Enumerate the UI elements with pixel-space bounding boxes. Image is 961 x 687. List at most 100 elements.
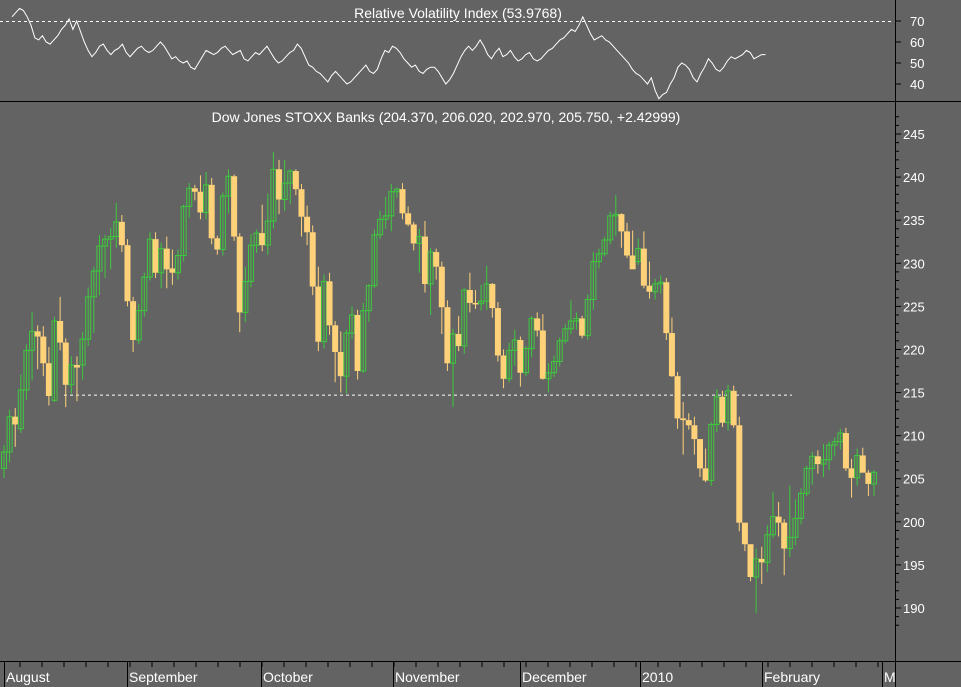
month-label: M: [884, 669, 896, 685]
candle: [393, 187, 400, 198]
candle: [163, 236, 170, 289]
candle: [57, 296, 64, 351]
candle: [595, 248, 602, 269]
candle: [23, 344, 30, 401]
candle: [500, 349, 507, 389]
candle: [494, 302, 501, 362]
price-tick-label: 195: [903, 558, 925, 573]
candle: [219, 192, 226, 256]
month-label: February: [764, 669, 820, 685]
candle: [337, 331, 344, 393]
candle: [528, 315, 535, 358]
candle-body: [259, 233, 266, 246]
candle: [259, 204, 266, 252]
candle: [399, 183, 406, 220]
price-tick-label: 245: [903, 127, 925, 142]
candle: [629, 230, 636, 270]
candle: [590, 252, 597, 310]
candle: [803, 465, 810, 496]
candle-body: [354, 314, 361, 371]
candle-body: [697, 439, 703, 469]
candle: [45, 346, 52, 406]
candle-body: [197, 191, 204, 213]
candle: [315, 266, 322, 352]
candle: [130, 296, 137, 353]
candle: [556, 337, 563, 367]
candle: [831, 437, 838, 457]
price-tick-label: 190: [903, 601, 925, 616]
candle-body: [57, 321, 64, 343]
candle: [814, 450, 821, 474]
candle: [781, 519, 788, 576]
candle: [90, 266, 97, 334]
candle-body: [12, 416, 19, 425]
candle: [360, 302, 367, 373]
rvi-y-axis: 70 60 50 40: [895, 14, 924, 92]
candle-body: [332, 325, 339, 353]
candle-body: [298, 189, 305, 217]
candle-body: [685, 420, 692, 426]
month-label: December: [522, 669, 587, 685]
candle: [859, 447, 866, 473]
price-tick-label: 230: [903, 256, 925, 271]
candle: [180, 204, 187, 262]
candle: [764, 525, 771, 572]
candle-body: [814, 456, 821, 465]
candle-body: [62, 342, 69, 385]
month-label: September: [129, 669, 198, 685]
candle: [382, 196, 389, 229]
candle: [708, 421, 715, 486]
candle: [29, 312, 36, 381]
candle: [736, 416, 743, 532]
candle-body: [208, 184, 215, 239]
candle: [618, 213, 625, 248]
price-tick-label: 210: [903, 429, 925, 444]
candle-body: [276, 169, 283, 200]
candle: [680, 402, 687, 455]
candle: [421, 221, 428, 293]
candle: [135, 303, 142, 345]
candle-body: [214, 238, 221, 250]
candle: [85, 287, 92, 347]
candle: [304, 205, 311, 246]
candle: [685, 413, 692, 430]
candle: [34, 325, 41, 370]
candle-body: [40, 336, 47, 364]
candle-body: [124, 245, 131, 302]
candle: [775, 501, 782, 537]
price-tick-label: 200: [903, 515, 925, 530]
candle: [231, 174, 238, 241]
chart-window: Relative Volatility Index (53.9768) 70 60…: [0, 0, 961, 687]
candle-body: [236, 236, 243, 313]
candle: [786, 485, 793, 558]
candle: [107, 227, 114, 270]
candle: [444, 300, 451, 371]
candle-body: [775, 516, 782, 523]
candle: [753, 548, 760, 614]
candle: [674, 371, 681, 429]
candle-body: [624, 231, 631, 256]
candle-body: [758, 558, 765, 563]
candle-body: [152, 239, 159, 273]
month-label: 2010: [642, 669, 673, 685]
candle: [612, 195, 619, 236]
candle-body: [444, 307, 451, 364]
candle-body: [781, 522, 788, 549]
candle: [1, 445, 7, 478]
candle: [79, 332, 86, 380]
chart-canvas: Relative Volatility Index (53.9768) 70 60…: [0, 0, 961, 687]
candle: [792, 499, 799, 546]
candle: [506, 342, 513, 383]
candle: [175, 249, 181, 280]
candle: [405, 206, 412, 227]
candle: [158, 242, 165, 289]
candle: [668, 317, 675, 378]
candle: [472, 289, 479, 309]
candle: [865, 470, 872, 496]
candle: [702, 448, 709, 483]
candle: [124, 239, 131, 307]
candle: [551, 355, 558, 378]
price-panel: Dow Jones STOXX Banks (204.370, 206.020,…: [1, 109, 925, 626]
candle: [725, 384, 732, 431]
candle: [236, 233, 243, 333]
